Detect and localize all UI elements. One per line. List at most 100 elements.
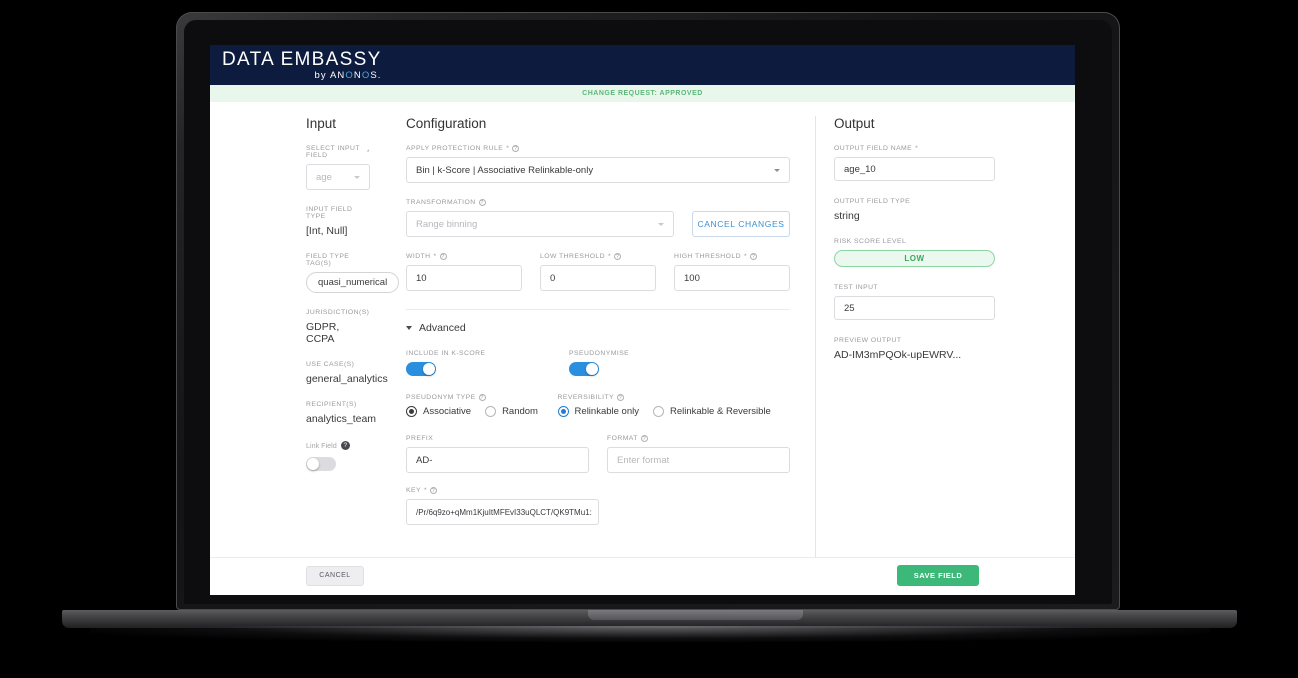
chevron-down-icon (406, 326, 412, 330)
output-field-name-input[interactable]: age_10 (834, 157, 995, 181)
radio-relinkable-reversible-label: Relinkable & Reversible (669, 406, 771, 417)
help-icon[interactable]: ? (439, 253, 447, 260)
link-field-label: Link Field (306, 441, 337, 450)
radio-relinkable-only-label: Relinkable only (574, 406, 639, 417)
help-icon[interactable]: ? (478, 199, 486, 206)
main-content: Input SELECT INPUT FIELD * age INPUT FIE… (210, 102, 1075, 557)
key-field: KEY * ? /Pr/6q9zo+qMm1KjuItMFEvI33uQLCT/… (406, 487, 790, 525)
format-field: FORMAT ? Enter format (607, 435, 790, 473)
help-icon[interactable]: ? (512, 145, 520, 152)
cancel-button[interactable]: CANCEL (306, 565, 364, 586)
radio-unselected-icon (652, 406, 664, 417)
high-threshold-label: HIGH THRESHOLD * ? (674, 253, 790, 260)
radio-selected-icon (406, 406, 417, 417)
include-in-kscore-label: INCLUDE IN K-SCORE (406, 350, 569, 357)
required-marker: * (608, 253, 612, 260)
advanced-section-toggle[interactable]: Advanced (406, 322, 790, 334)
include-in-kscore-label-text: INCLUDE IN K-SCORE (406, 350, 486, 357)
transformation-label: TRANSFORMATION ? (406, 199, 790, 206)
brand-tagline-o1: O (345, 69, 354, 81)
pseudonymise-label: PSEUDONYMISE (569, 350, 732, 357)
recipients-label-text: RECIPIENT(S) (306, 401, 357, 408)
radio-associative[interactable]: Associative (406, 406, 471, 417)
required-marker: * (433, 253, 437, 260)
help-icon[interactable]: ? (478, 394, 486, 401)
prefix-input[interactable]: AD- (406, 447, 589, 473)
radio-random[interactable]: Random (485, 406, 538, 417)
key-input[interactable]: /Pr/6q9zo+qMm1KjuItMFEvI33uQLCT/QK9TMu1: (406, 499, 599, 525)
laptop-base-shadow (90, 626, 1210, 642)
format-input[interactable]: Enter format (607, 447, 790, 473)
width-label-text: WIDTH (406, 253, 431, 260)
help-icon[interactable]: ? (340, 441, 350, 450)
brand-name: DATA EMBASSY (222, 48, 382, 70)
output-panel-title: Output (834, 116, 875, 131)
format-label-text: FORMAT (607, 435, 638, 442)
high-threshold-input[interactable]: 100 (674, 265, 790, 291)
pseudonymise-field: PSEUDONYMISE (569, 350, 732, 376)
transformation-dropdown[interactable]: Range binning (406, 211, 674, 237)
brand-logo[interactable]: DATA EMBASSY by ANONOS. (222, 50, 382, 81)
link-field-toggle[interactable] (306, 457, 336, 471)
key-value: /Pr/6q9zo+qMm1KjuItMFEvI33uQLCT/QK9TMu1: (416, 507, 592, 517)
low-threshold-value: 0 (550, 272, 556, 284)
apply-protection-rule-label: APPLY PROTECTION RULE * ? (406, 145, 790, 152)
test-input-label: TEST INPUT (834, 284, 995, 291)
help-icon[interactable]: ? (750, 253, 758, 260)
prefix-label-text: PREFIX (406, 435, 434, 442)
width-input[interactable]: 10 (406, 265, 522, 291)
output-field-name-label: OUTPUT FIELD NAME * (834, 145, 995, 152)
input-panel-title: Input (306, 116, 337, 131)
radio-unselected-icon (485, 406, 497, 417)
include-in-kscore-toggle[interactable] (406, 362, 436, 376)
brand-tagline-mid: N (353, 69, 362, 81)
configuration-panel: Configuration APPLY PROTECTION RULE * ? … (370, 116, 790, 557)
input-panel: Input SELECT INPUT FIELD * age INPUT FIE… (210, 116, 400, 557)
output-field-type-label-text: OUTPUT FIELD TYPE (834, 198, 911, 205)
width-label: WIDTH * ? (406, 253, 522, 260)
brand-tagline-prefix: by AN (314, 69, 346, 81)
save-field-button[interactable]: SAVE FIELD (897, 565, 979, 586)
prefix-field: PREFIX AD- (406, 435, 589, 473)
pseudonym-type-label-text: PSEUDONYM TYPE (406, 394, 476, 401)
use-cases-label-text: USE CASE(S) (306, 361, 355, 368)
transformation-value: Range binning (416, 218, 478, 230)
select-input-field-value: age (316, 171, 332, 183)
recipients-value: analytics_team (306, 413, 377, 425)
radio-relinkable-only[interactable]: Relinkable only (557, 406, 639, 417)
width-value: 10 (416, 272, 427, 284)
use-cases-label: USE CASE(S) (306, 361, 370, 368)
jurisdictions-value: GDPR, CCPA (306, 321, 340, 345)
pseudonymise-toggle[interactable] (569, 362, 599, 376)
output-panel: Output OUTPUT FIELD NAME * age_10 OUTPUT… (815, 116, 995, 557)
field-type-tags-label: FIELD TYPE TAG(S) (306, 253, 370, 267)
output-field-name-label-text: OUTPUT FIELD NAME (834, 145, 913, 152)
help-icon[interactable]: ? (430, 487, 438, 494)
help-icon[interactable]: ? (617, 394, 625, 401)
laptop-base-notch (588, 610, 803, 620)
high-threshold-field: HIGH THRESHOLD * ? 100 (674, 253, 790, 291)
preview-output-label-text: PREVIEW OUTPUT (834, 337, 902, 344)
advanced-label: Advanced (419, 322, 466, 334)
apply-protection-rule-label-text: APPLY PROTECTION RULE (406, 145, 504, 152)
input-field-type-label: INPUT FIELD TYPE (306, 206, 370, 220)
help-icon[interactable]: ? (614, 253, 622, 260)
select-input-field-dropdown[interactable]: age (306, 164, 370, 190)
output-field-type-label: OUTPUT FIELD TYPE (834, 198, 995, 205)
help-icon[interactable]: ? (640, 435, 648, 442)
cancel-changes-button[interactable]: CANCEL CHANGES (692, 211, 790, 237)
chevron-down-icon (658, 222, 664, 226)
output-field-type-value: string (834, 210, 860, 222)
advanced-toggles-row: INCLUDE IN K-SCORE PSEUDONYMISE (406, 350, 790, 376)
required-marker: * (743, 253, 748, 260)
prefix-format-row: PREFIX AD- FORMAT ? Enter format (406, 435, 790, 473)
low-threshold-input[interactable]: 0 (540, 265, 656, 291)
apply-protection-rule-value: Bin | k-Score | Associative Relinkable-o… (416, 164, 594, 176)
radio-relinkable-reversible[interactable]: Relinkable & Reversible (652, 406, 771, 417)
test-input-field[interactable]: 25 (834, 296, 995, 320)
apply-protection-rule-dropdown[interactable]: Bin | k-Score | Associative Relinkable-o… (406, 157, 790, 183)
select-input-field-label: SELECT INPUT FIELD * (306, 145, 370, 159)
key-label-text: KEY (406, 487, 421, 494)
required-marker: * (506, 145, 510, 152)
recipients-label: RECIPIENT(S) (306, 401, 370, 408)
